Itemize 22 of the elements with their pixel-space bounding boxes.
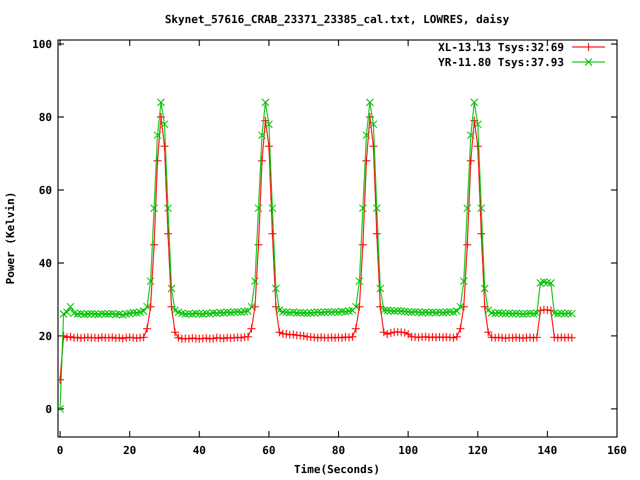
x-tick-label: 120 — [468, 444, 488, 457]
legend-label: YR-11.80 Tsys:37.93 — [438, 56, 564, 69]
y-tick-label: 60 — [38, 184, 52, 197]
x-tick-label: 60 — [262, 444, 276, 457]
x-tick-label: 0 — [56, 444, 64, 457]
x-tick-label: 40 — [192, 444, 206, 457]
x-tick-label: 160 — [607, 444, 627, 457]
chart-title: Skynet_57616_CRAB_23371_23385_cal.txt, LOWRES, daisy — [164, 13, 510, 26]
x-tick-label: 80 — [332, 444, 346, 457]
x-tick-label: 140 — [537, 444, 558, 457]
legend-key — [572, 58, 606, 66]
y-tick-label: 100 — [32, 38, 52, 52]
legend-label: XL-13.13 Tsys:32.69 — [438, 41, 564, 54]
x-tick-label: 100 — [398, 444, 418, 457]
x-tick-label: 20 — [123, 444, 136, 457]
x-axis-label: Time(Seconds) — [294, 463, 380, 476]
y-tick-label: 20 — [38, 330, 52, 343]
y-tick-label: 40 — [38, 256, 52, 270]
y-tick-label: 80 — [38, 111, 52, 124]
legend-key — [572, 42, 606, 52]
y-tick-label: 0 — [45, 402, 52, 416]
y-axis-label: Power (Kelvin) — [4, 192, 17, 284]
